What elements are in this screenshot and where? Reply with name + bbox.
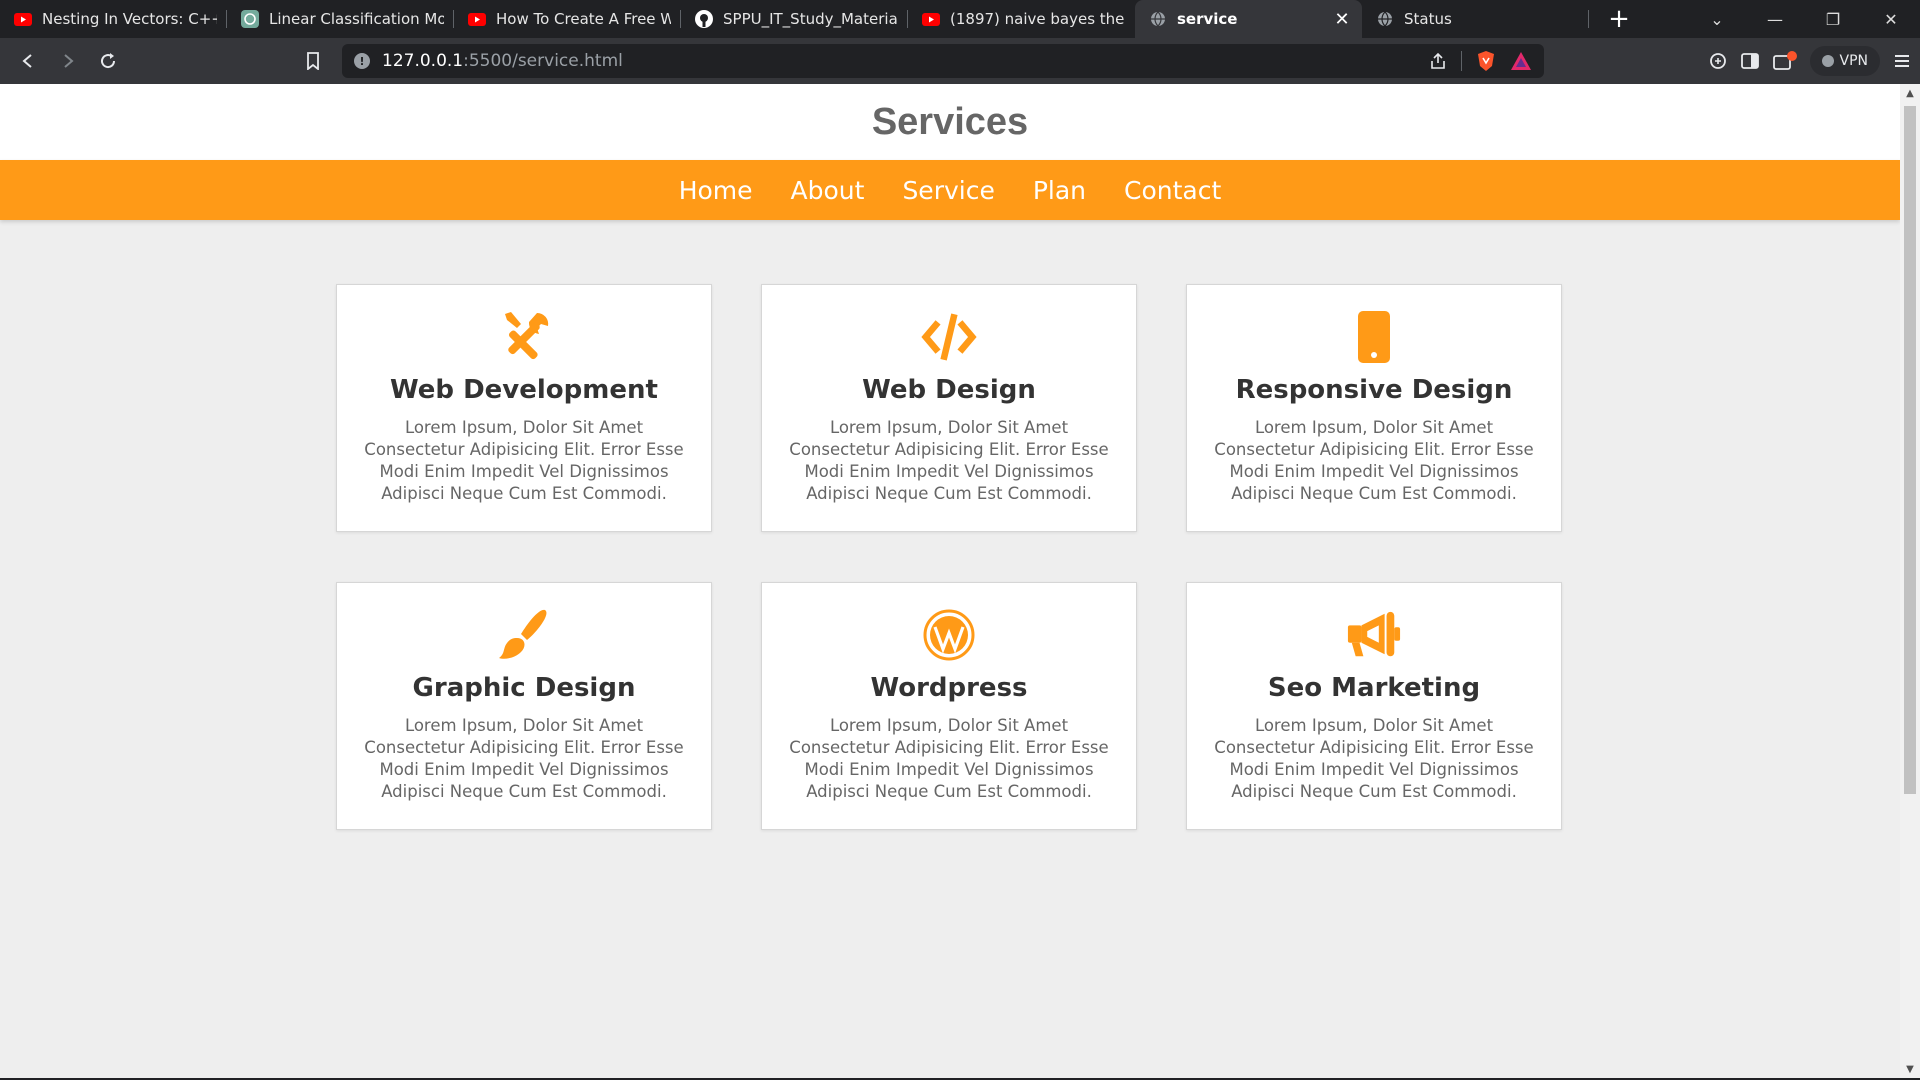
service-title: Wordpress [870,673,1028,703]
omnibox-divider [1461,51,1462,71]
main-navbar: Home About Service Plan Contact [0,160,1900,220]
service-card: Seo Marketing Lorem Ipsum, Dolor Sit Ame… [1186,582,1562,830]
scrollbar-thumb[interactable] [1904,106,1916,794]
browser-tab[interactable]: Linear Classification Models [227,0,454,38]
tab-search-chevron-icon[interactable]: ⌄ [1688,0,1746,38]
service-description: Lorem Ipsum, Dolor Sit Amet Consectetur … [1214,716,1534,801]
service-description: Lorem Ipsum, Dolor Sit Amet Consectetur … [364,716,684,801]
reload-icon [101,53,116,69]
toolbar-right: VPN [1708,44,1913,78]
youtube-icon [14,10,32,28]
nav-link-contact[interactable]: Contact [1124,176,1221,205]
browser-tab-active[interactable]: service ✕ [1135,0,1362,38]
tab-title: (1897) naive bayes theorem [950,10,1125,28]
service-title: Graphic Design [412,673,636,703]
service-description: Lorem Ipsum, Dolor Sit Amet Consectetur … [789,716,1109,801]
back-arrow-icon [22,54,32,68]
browser-tab[interactable]: Nesting In Vectors: C++ STL [0,0,227,38]
browser-toolbar: ! 127.0.0.1:5500/service.html VPN [0,38,1920,84]
nav-link-plan[interactable]: Plan [1033,176,1086,205]
browser-tab[interactable]: (1897) naive bayes theorem [908,0,1135,38]
brave-rewards-icon[interactable] [1510,51,1532,71]
forward-arrow-icon [64,54,74,68]
tab-separator [1588,10,1589,28]
page-scrollbar[interactable]: ▲ ▼ [1900,84,1920,1078]
bookmark-icon [307,52,319,70]
globe-icon [1149,10,1167,28]
close-tab-icon[interactable]: ✕ [1332,9,1352,30]
close-window-button[interactable]: ✕ [1862,0,1920,38]
service-description: Lorem Ipsum, Dolor Sit Amet Consectetur … [364,418,684,503]
code-icon [921,309,977,365]
tab-title: Status [1404,10,1452,28]
page-viewport: Services Home About Service Plan Contact… [0,84,1920,1078]
sidebar-icon[interactable] [1740,51,1760,71]
service-card: Web Development Lorem Ipsum, Dolor Sit A… [336,284,712,532]
scroll-down-arrow-icon[interactable]: ▼ [1900,1060,1920,1078]
tab-title: service [1177,10,1238,28]
browser-tab[interactable]: SPPU_IT_Study_Material/TE [681,0,908,38]
tab-title: How To Create A Free Website [496,10,671,28]
service-card: Responsive Design Lorem Ipsum, Dolor Sit… [1186,284,1562,532]
github-icon [695,10,713,28]
service-title: Web Development [390,375,658,405]
service-card: Graphic Design Lorem Ipsum, Dolor Sit Am… [336,582,712,830]
service-description: Lorem Ipsum, Dolor Sit Amet Consectetur … [1214,418,1534,503]
site-info-icon[interactable]: ! [354,53,370,69]
brave-shield-icon[interactable] [1476,50,1496,72]
minimize-button[interactable]: — [1746,0,1804,38]
nav-link-home[interactable]: Home [679,176,753,205]
paintbrush-icon [496,607,552,663]
service-card: Web Design Lorem Ipsum, Dolor Sit Amet C… [761,284,1137,532]
globe-icon [1376,10,1394,28]
menu-icon[interactable] [1892,51,1912,71]
url-host: 127.0.0.1 [382,51,464,71]
url-path: :5500/service.html [463,51,623,71]
service-title: Responsive Design [1235,375,1513,405]
service-title: Web Design [862,375,1036,405]
tab-title: Linear Classification Models [269,10,444,28]
vpn-button[interactable]: VPN [1809,46,1880,76]
chatgpt-icon [241,10,259,28]
browser-tab[interactable]: Status [1362,0,1589,38]
reload-button[interactable] [88,41,128,81]
nav-link-about[interactable]: About [791,176,865,205]
mobile-icon [1346,309,1402,365]
tab-title: SPPU_IT_Study_Material/TE [723,10,898,28]
nav-link-service[interactable]: Service [902,176,994,205]
service-card: Wordpress Lorem Ipsum, Dolor Sit Amet Co… [761,582,1137,830]
address-bar[interactable]: ! 127.0.0.1:5500/service.html [342,44,1544,78]
tab-strip: Nesting In Vectors: C++ STL Linear Class… [0,0,1920,38]
scroll-up-arrow-icon[interactable]: ▲ [1900,84,1920,102]
tools-icon [496,309,552,365]
forward-button[interactable] [48,41,88,81]
youtube-icon [922,10,940,28]
bookmark-button[interactable] [293,41,333,81]
services-grid: Web Development Lorem Ipsum, Dolor Sit A… [336,284,1563,830]
restore-button[interactable]: ❐ [1804,0,1862,38]
page-title: Services [871,100,1029,143]
tab-title: Nesting In Vectors: C++ STL [42,10,217,28]
new-tab-button[interactable]: + [1595,0,1643,38]
vpn-label: VPN [1839,53,1869,69]
vpn-status-icon [1821,55,1834,67]
wordpress-icon [921,607,977,663]
service-title: Seo Marketing [1267,673,1481,703]
window-controls: ⌄ — ❐ ✕ [1688,0,1920,38]
leo-ai-icon[interactable] [1708,51,1728,71]
browser-tab[interactable]: How To Create A Free Website [454,0,681,38]
youtube-icon [468,10,486,28]
back-button[interactable] [8,41,48,81]
wallet-notification-icon[interactable] [1772,50,1798,72]
share-icon[interactable] [1429,52,1447,70]
bullhorn-icon [1346,607,1402,663]
service-description: Lorem Ipsum, Dolor Sit Amet Consectetur … [789,418,1109,503]
page-header: Services [0,84,1900,160]
